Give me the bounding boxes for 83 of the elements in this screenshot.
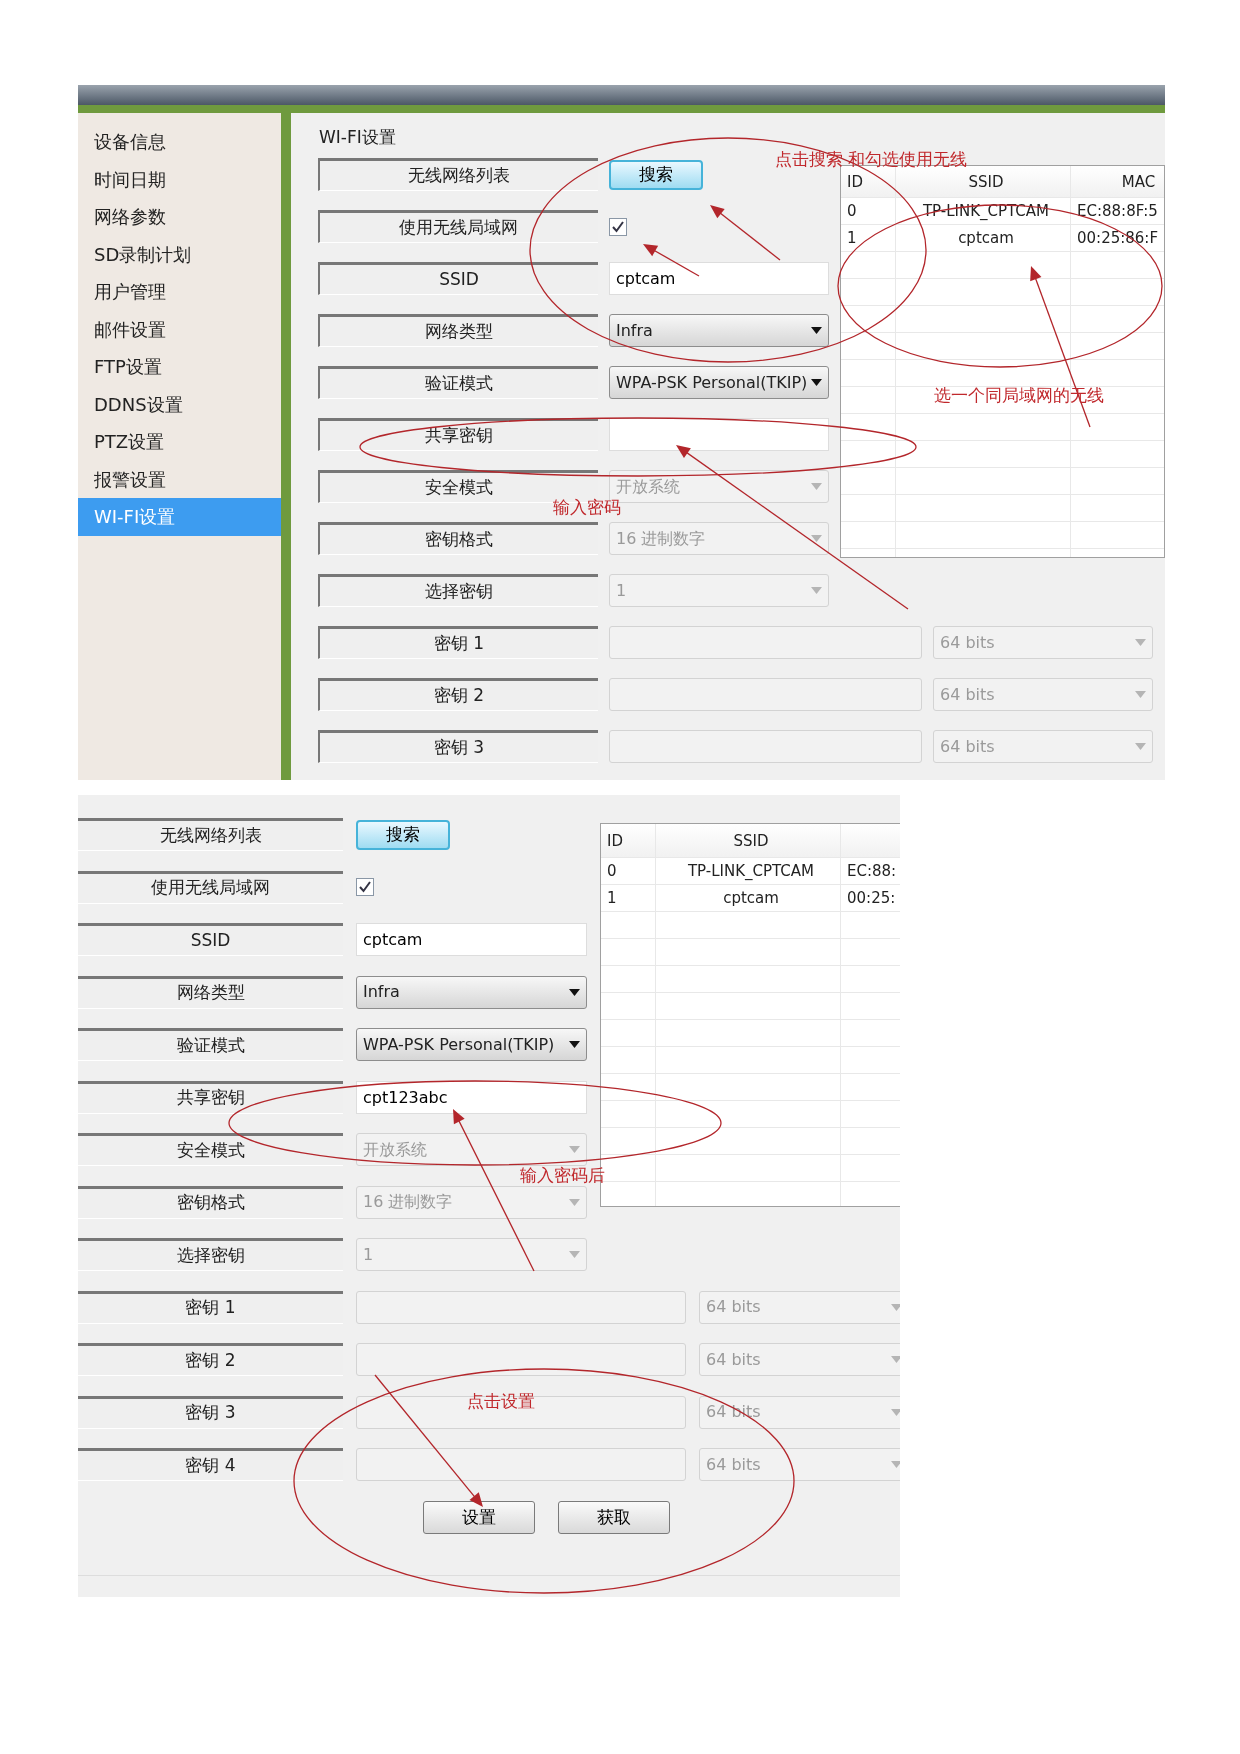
field-label: SSID (78, 923, 343, 956)
sidebar-item[interactable]: 报警设置 (78, 460, 282, 498)
field-label: 密钥 2 (318, 678, 598, 711)
sidebar-item[interactable]: 邮件设置 (78, 310, 282, 348)
field-label: 密钥 4 (78, 1448, 343, 1481)
annotation-text: 点击设置 (467, 1393, 535, 1410)
column-header: MAC (1071, 166, 1164, 197)
action-button[interactable]: 获取 (558, 1501, 670, 1534)
field-label: 无线网络列表 (318, 158, 598, 191)
search-button[interactable]: 搜索 (356, 819, 450, 850)
field-label: 密钥 1 (78, 1290, 343, 1324)
action-button[interactable]: 设置 (423, 1501, 535, 1534)
table-cell: 0 (841, 198, 896, 224)
sidebar-item[interactable]: FTP设置 (78, 348, 282, 386)
sidebar-item[interactable]: 设备信息 (78, 123, 282, 161)
text-field[interactable]: cptcam (356, 923, 587, 956)
column-header: SSID (656, 824, 841, 857)
table-cell: 1 (841, 225, 896, 251)
checkbox[interactable] (609, 217, 627, 236)
table-cell: EC:88:8F:5 (1071, 198, 1164, 224)
group-title: WI-FI设置 (319, 126, 396, 149)
caret-icon (811, 483, 822, 490)
annotation-arrow (710, 205, 781, 261)
caret-icon (1135, 743, 1146, 750)
annotation-text: 输入密码后 (520, 1167, 605, 1184)
field-label: 无线网络列表 (78, 818, 343, 851)
sidebar-item[interactable]: 网络参数 (78, 198, 282, 236)
checkbox[interactable] (356, 878, 374, 896)
field-label: 使用无线局域网 (318, 210, 598, 243)
field-label: 选择密钥 (78, 1238, 343, 1271)
table-cell: cptcam (896, 225, 1071, 251)
dropdown[interactable]: WPA-PSK Personal(TKIP) (356, 1028, 587, 1061)
table-cell: TP-LINK_CPTCAM (656, 858, 841, 884)
field-label: 密钥 3 (318, 730, 598, 763)
field-label: 共享密钥 (318, 418, 598, 451)
caret-icon (569, 988, 580, 996)
dropdown[interactable]: Infra (609, 314, 829, 347)
text-field[interactable] (609, 418, 829, 451)
field-label: 网络类型 (78, 975, 343, 1009)
field-label: 验证模式 (318, 366, 598, 399)
text-field[interactable]: cptcam (609, 262, 829, 295)
table-cell: TP-LINK_CPTCAM (896, 198, 1071, 224)
field-label: 安全模式 (78, 1133, 343, 1166)
caret-icon (569, 1251, 580, 1258)
caret-icon (1135, 639, 1146, 646)
table-cell: cptcam (656, 885, 841, 911)
caret-icon (891, 1356, 900, 1363)
caret-icon (811, 587, 822, 594)
field-label: 密钥 2 (78, 1343, 343, 1376)
sidebar-item[interactable]: 用户管理 (78, 273, 282, 311)
caret-icon (569, 1198, 580, 1206)
caret-icon (811, 327, 822, 334)
field-label: 密钥格式 (318, 522, 598, 555)
field-label: 共享密钥 (78, 1080, 343, 1114)
field-label: 密钥 3 (78, 1395, 343, 1429)
sidebar-item[interactable]: PTZ设置 (78, 423, 282, 461)
table-cell: 0 (601, 858, 656, 884)
caret-icon (811, 379, 822, 386)
sidebar-item[interactable]: SD录制计划 (78, 235, 282, 273)
table-cell: EC:88: (841, 858, 900, 884)
table-cell: 1 (601, 885, 656, 911)
field-label: 密钥 1 (318, 626, 598, 659)
sidebar-item[interactable]: 时间日期 (78, 160, 282, 198)
table-cell: 00:25: (841, 885, 900, 911)
caret-icon (811, 535, 822, 542)
field-label: SSID (318, 262, 598, 295)
field-label: 验证模式 (78, 1028, 343, 1061)
sidebar-item[interactable]: DDNS设置 (78, 385, 282, 423)
text-field[interactable]: cpt123abc (356, 1080, 587, 1114)
field-label: 密钥格式 (78, 1185, 343, 1219)
dropdown[interactable]: Infra (356, 975, 587, 1009)
dropdown[interactable]: WPA-PSK Personal(TKIP) (609, 366, 829, 399)
field-label: 使用无线局域网 (78, 870, 343, 904)
caret-icon (891, 1408, 900, 1416)
column-header: ID (601, 824, 656, 857)
caret-icon (891, 1461, 900, 1468)
field-label: 选择密钥 (318, 574, 598, 607)
caret-icon (569, 1146, 580, 1153)
caret-icon (1135, 691, 1146, 698)
field-label: 网络类型 (318, 314, 598, 347)
caret-icon (891, 1303, 900, 1311)
search-button[interactable]: 搜索 (609, 159, 703, 190)
caret-icon (569, 1041, 580, 1048)
